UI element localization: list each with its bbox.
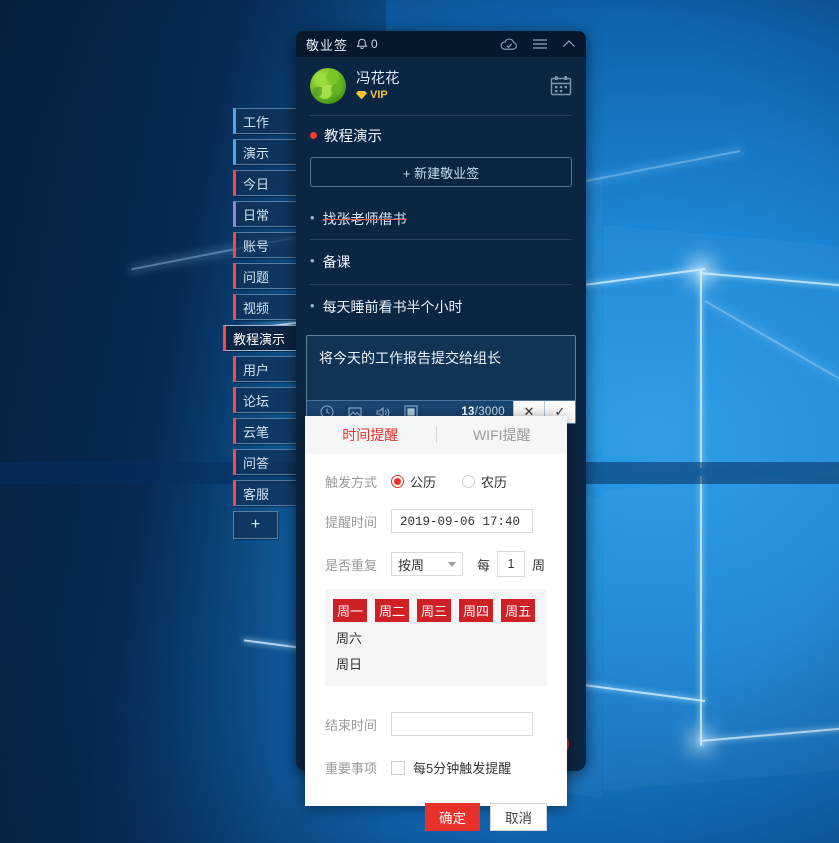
vip-badge: VIP <box>356 88 400 102</box>
weekday-tue[interactable]: 周二 <box>375 599 410 622</box>
note-item-2[interactable]: • 每天睡前看书半个小时 <box>296 285 586 329</box>
avatar[interactable] <box>310 68 346 104</box>
confirm-button[interactable]: 确定 <box>425 803 480 831</box>
note-text: 备课 <box>322 254 351 270</box>
radio-lunar[interactable]: 农历 <box>462 472 507 491</box>
note-editor-input[interactable]: 将今天的工作报告提交给组长 <box>307 336 575 400</box>
category-tab-label: 账号 <box>243 238 270 254</box>
weekday-thu[interactable]: 周四 <box>459 599 494 622</box>
category-tab-label: 客服 <box>243 486 270 502</box>
end-time-row: 结束时间 <box>305 712 567 736</box>
add-category-button[interactable]: + <box>233 511 278 539</box>
repeat-every-label: 每 <box>477 557 491 573</box>
remind-time-input[interactable]: 2019-09-06 17:40 <box>391 509 533 533</box>
group-title: 教程演示 <box>324 129 382 145</box>
profile-name-block: 冯花花 VIP <box>356 71 400 102</box>
repeat-mode-value: 按周 <box>398 557 425 573</box>
app-title: 敬业签 <box>306 37 349 53</box>
reminder-dialog: 时间提醒 WIFI提醒 触发方式 公历 农历 提醒时间 2019-09-06 1… <box>305 416 567 831</box>
category-tab-7-active[interactable]: 教程演示 <box>223 325 297 351</box>
weekday-mon[interactable]: 周一 <box>333 599 368 622</box>
new-note-label: + 新建敬业签 <box>402 165 480 181</box>
diamond-icon <box>356 90 367 100</box>
chevron-up-icon[interactable] <box>562 39 576 49</box>
repeat-row: 是否重复 按周 每 1 周 <box>305 551 567 577</box>
weekday-fri[interactable]: 周五 <box>501 599 536 622</box>
category-tab-label: 教程演示 <box>233 331 286 347</box>
weekday-sat[interactable]: 周六 <box>333 627 365 648</box>
trigger-mode-row: 触发方式 公历 农历 <box>305 472 567 491</box>
category-tab-label: 今日 <box>243 176 270 192</box>
radio-solar-indicator <box>391 475 404 488</box>
bullet-icon: • <box>310 253 315 268</box>
category-tab-label: 日常 <box>243 207 270 223</box>
group-status-dot <box>310 132 317 139</box>
remind-time-label: 提醒时间 <box>325 514 378 530</box>
category-tab-label: 问题 <box>243 269 270 285</box>
weekday-sun[interactable]: 周日 <box>333 653 539 674</box>
important-checkbox-label: 每5分钟触发提醒 <box>413 761 512 776</box>
calendar-icon[interactable] <box>550 75 572 97</box>
group-header: 教程演示 <box>296 116 586 155</box>
chevron-down-icon <box>448 561 456 567</box>
radio-lunar-indicator <box>462 475 476 488</box>
dialog-tab-bar: 时间提醒 WIFI提醒 <box>305 416 567 454</box>
tab-wifi-reminder[interactable]: WIFI提醒 <box>437 416 568 454</box>
cancel-button[interactable]: 取消 <box>490 803 547 831</box>
category-tab-label: 视频 <box>243 300 270 316</box>
category-tab-label: 云笔 <box>243 424 270 440</box>
tab-time-reminder[interactable]: 时间提醒 <box>305 416 436 454</box>
important-label: 重要事项 <box>325 761 378 776</box>
category-tab-label: 论坛 <box>243 393 270 409</box>
repeat-interval-input[interactable]: 1 <box>497 551 526 577</box>
note-item-0[interactable]: • 找张老师借书 <box>296 199 586 239</box>
important-row: 重要事项 每5分钟触发提醒 <box>305 758 567 777</box>
radio-solar[interactable]: 公历 <box>391 472 436 491</box>
category-tab-label: 工作 <box>243 114 270 130</box>
titlebar-actions <box>500 38 576 51</box>
bullet-icon: • <box>310 210 315 225</box>
category-tab-label: 演示 <box>243 145 270 161</box>
remind-time-row: 提醒时间 2019-09-06 17:40 <box>305 509 567 533</box>
hamburger-menu-icon[interactable] <box>532 38 548 50</box>
end-time-label: 结束时间 <box>325 717 378 733</box>
radio-lunar-label: 农历 <box>481 475 508 490</box>
user-profile-bar: 冯花花 VIP <box>296 57 586 115</box>
bell-icon <box>356 38 368 51</box>
weekday-wed[interactable]: 周三 <box>417 599 452 622</box>
cloud-sync-icon[interactable] <box>500 38 518 51</box>
category-tab-label: 用户 <box>243 362 270 378</box>
note-item-1[interactable]: • 备课 <box>296 240 586 284</box>
note-editor[interactable]: 将今天的工作报告提交给组长 13/3000 ✕ ✓ <box>306 335 576 424</box>
new-note-button[interactable]: + 新建敬业签 <box>310 157 572 187</box>
repeat-label: 是否重复 <box>325 557 378 573</box>
notification-count: 0 <box>371 37 378 51</box>
end-time-input[interactable] <box>391 712 533 736</box>
notification-area[interactable]: 0 <box>356 37 378 51</box>
dialog-actions: 确定 取消 <box>305 803 567 831</box>
note-text: 找张老师借书 <box>322 211 407 227</box>
add-category-label: + <box>250 516 261 533</box>
trigger-mode-label: 触发方式 <box>325 475 378 490</box>
profile-username: 冯花花 <box>356 70 400 87</box>
radio-solar-label: 公历 <box>410 475 437 490</box>
note-text: 每天睡前看书半个小时 <box>322 299 463 315</box>
app-titlebar: 敬业签 0 <box>296 31 586 57</box>
vip-label: VIP <box>370 88 388 101</box>
important-checkbox[interactable] <box>391 760 405 775</box>
bullet-icon: • <box>310 298 315 313</box>
weekday-selector: 周一 周二 周三 周四 周五 周六 周日 <box>325 589 547 686</box>
category-tab-label: 问答 <box>243 455 270 471</box>
repeat-mode-select[interactable]: 按周 <box>391 552 463 576</box>
repeat-unit-label: 周 <box>532 557 546 573</box>
